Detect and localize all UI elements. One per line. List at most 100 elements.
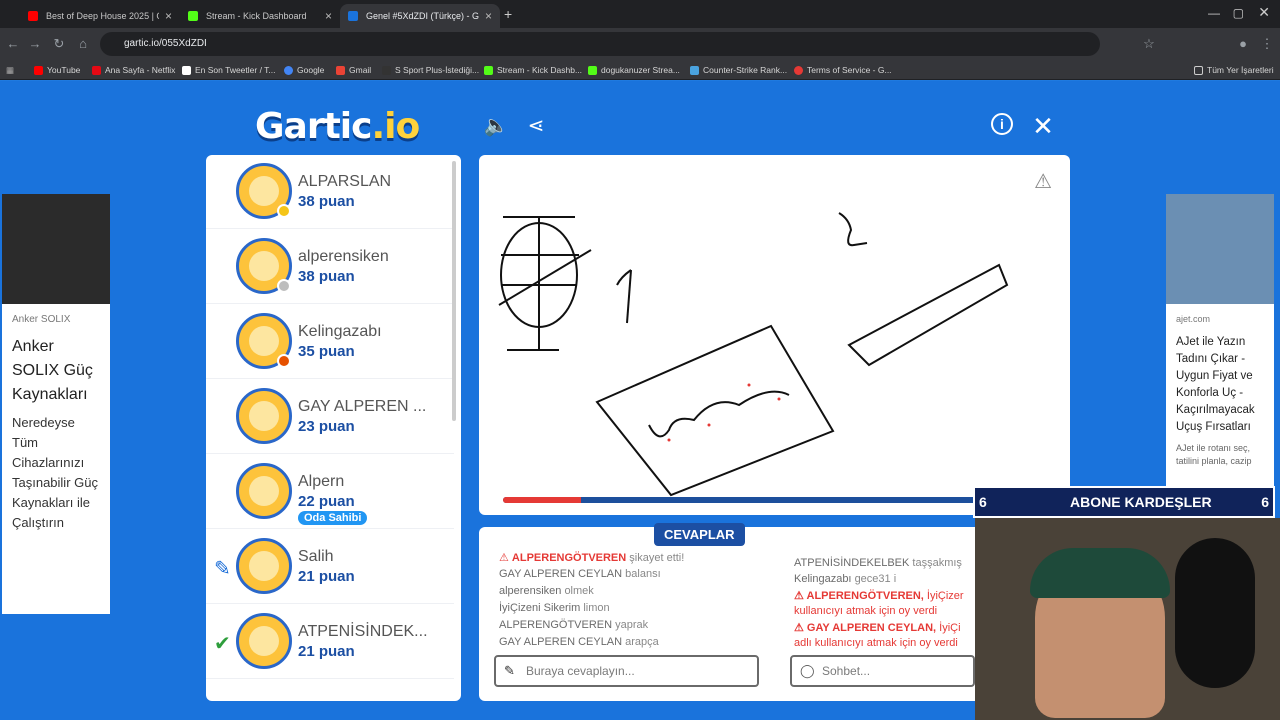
answer-line: GAY ALPEREN CEYLAN arapça — [499, 636, 659, 648]
bookmark-item[interactable]: Stream - Kick Dashb... — [484, 63, 582, 77]
bookmark-star-icon[interactable]: ☆ — [1140, 35, 1158, 53]
bookmark-item[interactable]: Gmail — [336, 63, 371, 77]
folder-icon — [1194, 65, 1203, 75]
ssport-icon — [382, 65, 391, 75]
avatar-face — [249, 251, 279, 281]
google-icon — [284, 65, 293, 75]
answers-panel: CEVAPLAR ⚠ ALPERENGÖTVEREN şikayet etti!… — [479, 523, 779, 701]
drawing-canvas[interactable]: ⚠ — [479, 155, 1070, 515]
drawing-pencil-icon: ✎ — [214, 558, 231, 580]
player-score: 38 puan — [298, 193, 355, 210]
answer-line: ALPERENGÖTVEREN yaprak — [499, 619, 649, 631]
player-list-scrollbar[interactable] — [452, 161, 456, 421]
url-input[interactable]: gartic.io/055XdZDI — [100, 32, 1100, 56]
apps-icon[interactable]: ▦ — [6, 63, 14, 77]
ad-title: Anker SOLIX Güç Kaynakları — [12, 338, 93, 403]
player-row[interactable]: alperensiken 38 puan — [206, 230, 454, 304]
browser-tab[interactable]: Stream - Kick Dashboard × — [180, 4, 340, 28]
close-tab-icon[interactable]: × — [485, 9, 492, 23]
address-bar-row: ← → ↻ ⌂ gartic.io/055XdZDI ☆ ● ⋮ — [0, 28, 1280, 60]
answer-line: alperensiken olmek — [499, 585, 594, 597]
avatar — [236, 538, 292, 594]
chat-line: ⚠ ALPERENGÖTVEREN, İyiÇizer — [794, 590, 964, 602]
profile-avatar[interactable]: ● — [1234, 35, 1252, 53]
status-dot — [277, 279, 291, 293]
answer-input[interactable]: ✎ Buraya cevaplayın... — [494, 655, 759, 687]
map-pin-icon — [794, 65, 803, 75]
avatar-face — [249, 626, 279, 656]
netflix-icon — [92, 65, 101, 75]
forward-icon[interactable]: → — [26, 35, 44, 53]
bookmark-item[interactable]: S Sport Plus-İstediği... — [382, 63, 479, 77]
ad-right[interactable]: ajet.com AJet ile Yazın Tadını Çıkar - U… — [1166, 194, 1274, 494]
player-row[interactable]: ALPARSLAN 38 puan — [206, 155, 454, 229]
avatar-face — [249, 551, 279, 581]
chat-line: ATPENİSİNDEKELBEK taşşakmış — [794, 557, 962, 569]
avatar — [236, 163, 292, 219]
close-tab-icon[interactable]: × — [165, 9, 172, 23]
youtube-icon — [28, 11, 38, 21]
gartic-icon — [348, 11, 358, 21]
player-row[interactable]: Salih 21 puan ✎ — [206, 530, 454, 604]
back-icon[interactable]: ← — [4, 35, 22, 53]
close-icon[interactable]: ✕ — [1030, 113, 1056, 139]
close-tab-icon[interactable]: × — [325, 9, 332, 23]
avatar-face — [249, 476, 279, 506]
share-icon[interactable]: ⋖ — [523, 113, 549, 139]
chat-bubble-icon: ◯ — [800, 663, 815, 678]
player-name: Alpern — [298, 473, 345, 490]
headphones — [1175, 538, 1255, 688]
chat-line: kullanıcıyı atmak için oy verdi — [794, 605, 938, 617]
round-timer-fill — [503, 497, 581, 503]
bookmark-item[interactable]: dogukanuzer Strea... — [588, 63, 680, 77]
player-row[interactable]: Alpern 22 puan Oda Sahibi — [206, 455, 454, 529]
bookmark-item[interactable]: Terms of Service - G... — [794, 63, 892, 77]
home-icon[interactable]: ⌂ — [74, 35, 92, 53]
close-window-icon[interactable]: ✕ — [1258, 4, 1270, 21]
ad-image — [1166, 194, 1274, 304]
bookmark-item[interactable]: Counter-Strike Rank... — [690, 63, 787, 77]
browser-tab[interactable]: Best of Deep House 2025 | C × — [20, 4, 180, 28]
info-icon[interactable]: i — [991, 113, 1013, 135]
avatar-face — [249, 401, 279, 431]
chat-input[interactable]: ◯ Sohbet... — [790, 655, 975, 687]
bookmark-item[interactable]: En Son Tweetler / T... — [182, 63, 275, 77]
reload-icon[interactable]: ↻ — [50, 35, 68, 53]
browser-tab-active[interactable]: Genel #5XdZDI (Türkçe) - Gartic× — [340, 4, 500, 28]
bookmark-item[interactable]: YouTube — [34, 63, 80, 77]
minimize-icon[interactable]: — — [1208, 6, 1220, 20]
ad-domain: ajet.com — [1176, 314, 1211, 324]
bookmark-item[interactable]: Ana Sayfa - Netflix — [92, 63, 175, 77]
player-score: 35 puan — [298, 343, 355, 360]
kick-icon — [484, 65, 493, 75]
player-row[interactable]: ATPENİSİNDEK... 21 puan ✔ — [206, 605, 454, 679]
player-row[interactable]: GAY ALPEREN ... 23 puan — [206, 380, 454, 454]
streamer-cap — [1030, 548, 1170, 598]
ad-image — [2, 194, 110, 304]
ad-left[interactable]: Anker SOLIX Anker SOLIX Güç Kaynakları N… — [2, 194, 110, 614]
menu-icon[interactable]: ⋮ — [1258, 35, 1276, 53]
player-score: 38 puan — [298, 268, 355, 285]
avatar — [236, 463, 292, 519]
bookmark-item[interactable]: Google — [284, 63, 324, 77]
avatar — [236, 313, 292, 369]
player-row[interactable]: Kelingazabı 35 puan — [206, 305, 454, 379]
status-dot — [277, 204, 291, 218]
faceit-icon — [690, 65, 699, 75]
bookmarks-bar: ▦ YouTube Ana Sayfa - Netflix En Son Twe… — [0, 60, 1280, 80]
avatar — [236, 388, 292, 444]
player-name: GAY ALPEREN ... — [298, 398, 427, 415]
sound-icon[interactable]: 🔈 — [483, 113, 509, 139]
player-list: ALPARSLAN 38 puan alperensiken 38 puan Kelin… — [206, 155, 461, 701]
kick-icon — [588, 65, 597, 75]
correct-check-icon: ✔ — [214, 633, 231, 655]
maximize-icon[interactable]: ▢ — [1233, 6, 1244, 20]
chat-line: Kelingazabı gece31 i — [794, 573, 897, 585]
room-owner-badge: Oda Sahibi — [298, 511, 368, 525]
new-tab-icon[interactable]: + — [504, 6, 512, 22]
stream-overlay-banner: 6 ABONE KARDEŞLER 6 — [973, 486, 1275, 518]
answers-title: CEVAPLAR — [654, 523, 745, 546]
all-bookmarks[interactable]: Tüm Yer İşaretleri — [1194, 63, 1274, 77]
avatar — [236, 238, 292, 294]
player-name: Kelingazabı — [298, 323, 382, 340]
